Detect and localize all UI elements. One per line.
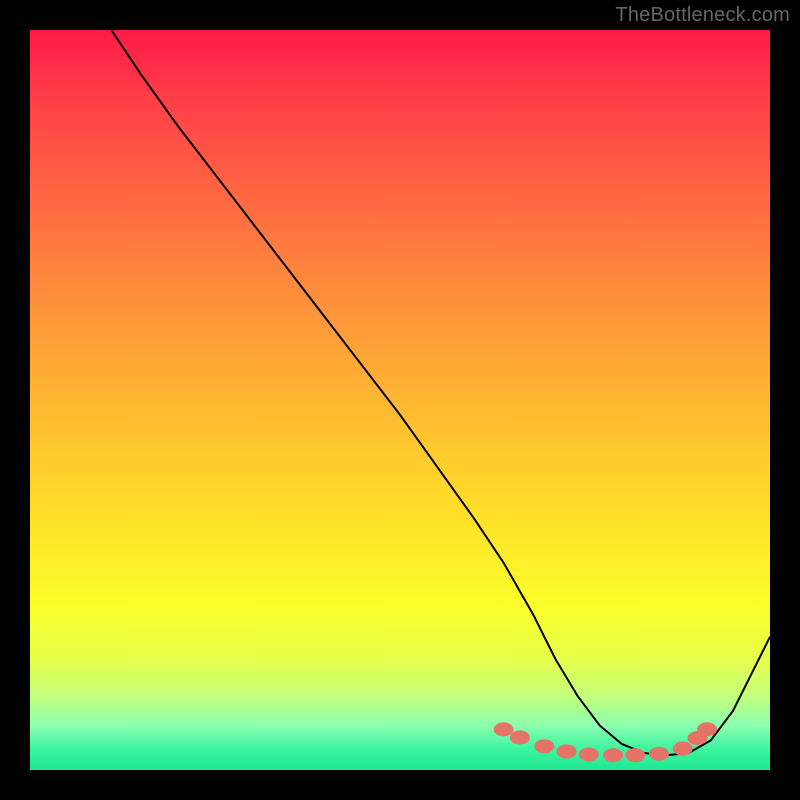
marker-dot <box>649 747 669 761</box>
marker-dot <box>534 739 554 753</box>
plot-area <box>30 30 770 770</box>
curve-layer <box>30 30 770 770</box>
marker-dot <box>579 747 599 761</box>
attribution-text: TheBottleneck.com <box>615 4 790 27</box>
marker-dot <box>494 722 514 736</box>
curve-markers <box>494 722 717 762</box>
bottleneck-curve <box>111 30 770 755</box>
chart-frame: TheBottleneck.com <box>0 0 800 800</box>
marker-dot <box>603 748 623 762</box>
marker-dot <box>625 748 645 762</box>
marker-dot <box>557 744 577 758</box>
marker-dot <box>673 742 693 756</box>
marker-dot <box>510 730 530 744</box>
marker-dot <box>697 722 717 736</box>
